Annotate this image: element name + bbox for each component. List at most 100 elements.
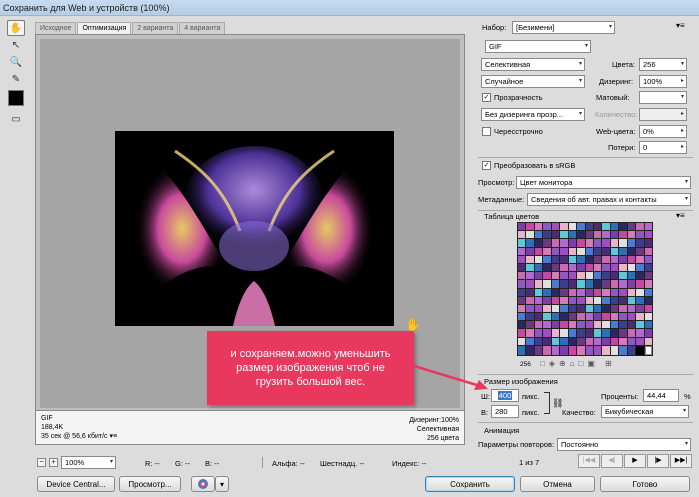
color-swatch[interactable] <box>627 272 636 280</box>
color-swatch[interactable] <box>560 280 568 288</box>
color-swatch[interactable] <box>568 255 577 263</box>
color-swatch[interactable] <box>644 321 652 329</box>
color-swatch[interactable] <box>568 337 577 345</box>
color-swatch[interactable] <box>543 223 551 231</box>
browser-dropdown-button[interactable]: ▾ <box>215 476 229 492</box>
color-swatch[interactable] <box>568 280 577 288</box>
height-input[interactable]: 280 <box>491 405 519 418</box>
color-swatch[interactable] <box>568 304 577 313</box>
color-swatch[interactable] <box>602 223 610 231</box>
save-button[interactable]: Сохранить <box>425 476 515 492</box>
color-swatch[interactable] <box>610 296 619 304</box>
device-central-button[interactable]: Device Central... <box>37 476 115 492</box>
color-swatch[interactable] <box>577 231 585 239</box>
color-swatch[interactable] <box>602 272 610 280</box>
color-swatch[interactable] <box>577 313 585 321</box>
color-swatch[interactable] <box>610 313 619 321</box>
color-swatch[interactable] <box>593 272 602 280</box>
color-swatch[interactable] <box>585 272 593 280</box>
color-swatch[interactable] <box>568 321 577 329</box>
color-swatch[interactable] <box>560 321 568 329</box>
color-swatch[interactable] <box>602 313 610 321</box>
color-swatch[interactable] <box>534 247 543 255</box>
color-table-menu-icon[interactable]: ▾≡ <box>676 211 685 220</box>
color-swatch[interactable] <box>585 345 593 355</box>
color-swatch[interactable] <box>602 239 610 247</box>
color-swatch[interactable] <box>518 247 526 255</box>
tab-original[interactable]: Исходное <box>35 22 77 34</box>
color-swatch[interactable] <box>568 288 577 296</box>
color-swatch[interactable] <box>577 304 585 313</box>
color-swatch[interactable] <box>534 313 543 321</box>
color-swatch[interactable] <box>577 247 585 255</box>
info-menu-icon[interactable]: ▾≡ <box>110 433 118 440</box>
web-colors-input[interactable]: 0% ▸ <box>639 125 687 138</box>
color-swatch[interactable] <box>568 296 577 304</box>
color-swatch[interactable] <box>560 337 568 345</box>
color-swatch[interactable] <box>543 345 551 355</box>
color-swatch[interactable] <box>560 231 568 239</box>
color-swatch[interactable] <box>593 280 602 288</box>
color-swatch[interactable] <box>627 247 636 255</box>
color-swatch[interactable] <box>534 329 543 337</box>
color-swatch[interactable] <box>543 321 551 329</box>
color-swatch[interactable] <box>593 247 602 255</box>
color-swatch[interactable] <box>585 296 593 304</box>
color-swatch[interactable] <box>619 231 627 239</box>
toggle-slices-icon[interactable]: ▭ <box>7 111 25 127</box>
color-swatch[interactable] <box>526 321 534 329</box>
last-frame-icon[interactable]: ▶▶| <box>670 454 692 468</box>
color-swatch[interactable] <box>593 223 602 231</box>
color-swatch[interactable] <box>619 337 627 345</box>
color-swatch[interactable] <box>543 263 551 272</box>
color-swatch[interactable] <box>551 321 560 329</box>
color-swatch[interactable] <box>644 296 652 304</box>
color-swatch[interactable] <box>627 345 636 355</box>
quality-select[interactable]: Бикубическая ▾ <box>601 405 689 418</box>
color-swatch[interactable] <box>518 255 526 263</box>
color-swatch[interactable] <box>577 239 585 247</box>
srgb-checkbox[interactable]: ✓ <box>482 161 491 170</box>
matte-select[interactable]: ▾ <box>639 91 687 104</box>
color-swatch[interactable] <box>644 345 652 355</box>
color-swatch[interactable] <box>593 263 602 272</box>
percent-input[interactable]: 44,44 <box>643 389 679 402</box>
color-swatch[interactable] <box>602 263 610 272</box>
color-swatch[interactable] <box>636 329 644 337</box>
color-swatch[interactable] <box>585 304 593 313</box>
color-swatch[interactable] <box>593 313 602 321</box>
color-swatch[interactable] <box>636 255 644 263</box>
colors-select[interactable]: 256 ▾ <box>639 58 687 71</box>
color-swatch[interactable] <box>602 321 610 329</box>
color-swatch[interactable] <box>619 247 627 255</box>
color-swatch[interactable] <box>534 304 543 313</box>
color-swatch[interactable] <box>636 280 644 288</box>
color-swatch[interactable] <box>644 304 652 313</box>
color-swatch[interactable] <box>610 321 619 329</box>
color-swatch[interactable] <box>602 231 610 239</box>
color-swatch[interactable] <box>610 280 619 288</box>
color-swatch[interactable] <box>568 247 577 255</box>
color-swatch[interactable] <box>551 247 560 255</box>
preview-image[interactable] <box>115 131 394 326</box>
color-swatch[interactable] <box>602 337 610 345</box>
color-swatch[interactable] <box>619 296 627 304</box>
color-swatch[interactable] <box>560 288 568 296</box>
color-swatch[interactable] <box>619 288 627 296</box>
color-swatch[interactable] <box>543 239 551 247</box>
color-swatch[interactable] <box>602 329 610 337</box>
color-swatch[interactable] <box>610 263 619 272</box>
cancel-button[interactable]: Отмена <box>520 476 595 492</box>
color-swatch[interactable] <box>619 223 627 231</box>
color-swatch[interactable] <box>619 321 627 329</box>
color-swatch[interactable] <box>610 304 619 313</box>
color-swatch[interactable] <box>543 329 551 337</box>
palette-select[interactable]: Селективная ▾ <box>481 58 585 71</box>
color-swatch[interactable] <box>551 231 560 239</box>
color-swatch[interactable] <box>619 280 627 288</box>
color-swatch[interactable] <box>526 345 534 355</box>
color-swatch[interactable] <box>534 337 543 345</box>
color-swatch[interactable] <box>518 239 526 247</box>
color-swatch[interactable] <box>551 272 560 280</box>
color-swatch[interactable] <box>577 255 585 263</box>
